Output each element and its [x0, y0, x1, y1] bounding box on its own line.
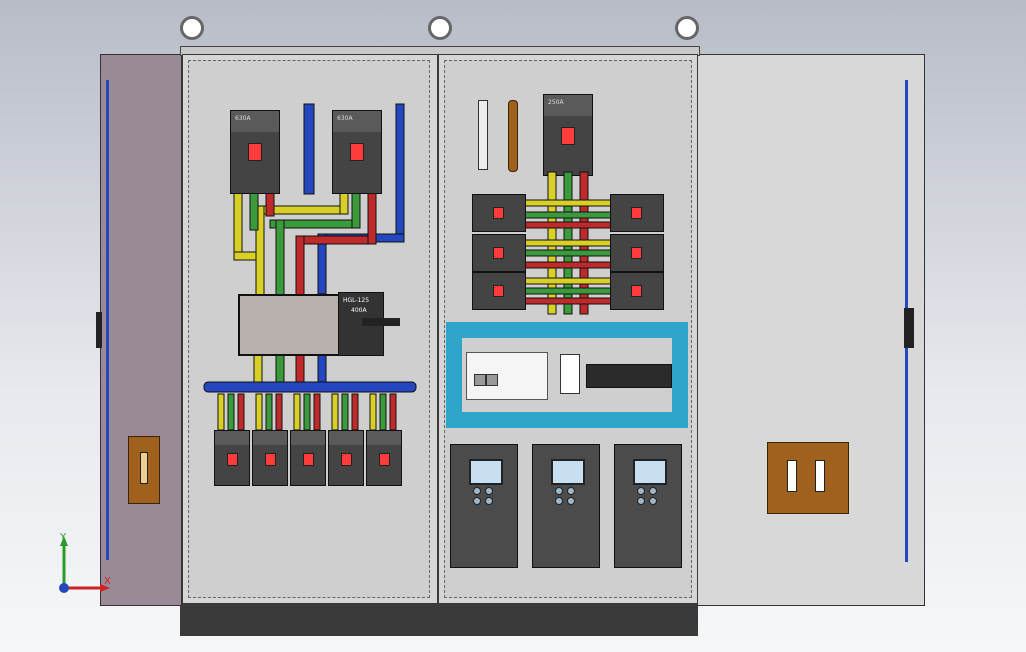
vfd-key[interactable] — [473, 497, 481, 505]
vfd-key[interactable] — [555, 487, 563, 495]
vfd-display — [551, 459, 585, 485]
vfd-key[interactable] — [649, 497, 657, 505]
vfd-key[interactable] — [637, 487, 645, 495]
motor-breaker-l1[interactable] — [472, 194, 526, 232]
axis-y-label: Y — [60, 532, 67, 543]
vfd-key[interactable] — [567, 497, 575, 505]
axis-x-label: X — [104, 576, 111, 587]
vfd-key[interactable] — [485, 487, 493, 495]
vfd-key[interactable] — [473, 487, 481, 495]
power-supply-module — [560, 354, 580, 394]
vfd-display — [469, 459, 503, 485]
motor-breaker-l2[interactable] — [472, 234, 526, 272]
vfd-unit-2 — [532, 444, 600, 568]
motor-breaker-l3[interactable] — [472, 272, 526, 310]
vfd-key[interactable] — [637, 497, 645, 505]
vfd-unit-1 — [450, 444, 518, 568]
vfd-key[interactable] — [567, 487, 575, 495]
wire-duct-right — [672, 338, 688, 412]
vfd-key[interactable] — [555, 497, 563, 505]
motor-breaker-r2[interactable] — [610, 234, 664, 272]
vfd-display — [633, 459, 667, 485]
vfd-unit-3 — [614, 444, 682, 568]
motor-breaker-r3[interactable] — [610, 272, 664, 310]
plc-port-1 — [474, 374, 486, 386]
wire-duct-left — [446, 338, 462, 412]
terminal-block-row — [586, 364, 672, 388]
wire-duct-top — [446, 322, 688, 338]
motor-breaker-r1[interactable] — [610, 194, 664, 232]
wire-duct-bottom — [446, 412, 688, 428]
plc-port-2 — [486, 374, 498, 386]
vfd-key[interactable] — [485, 497, 493, 505]
vfd-key[interactable] — [649, 487, 657, 495]
